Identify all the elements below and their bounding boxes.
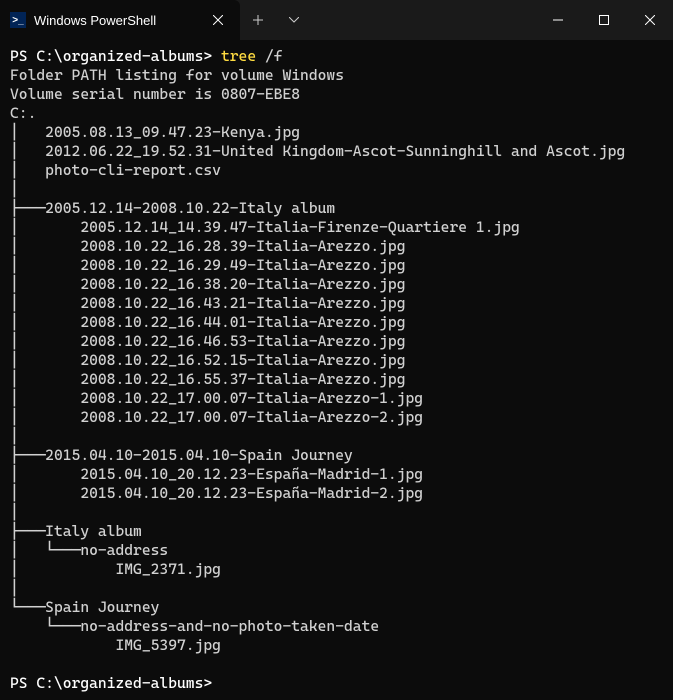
output-line: │ └───no-address xyxy=(10,541,168,559)
tab-dropdown-button[interactable] xyxy=(276,0,312,40)
output-line: │ 2008.10.22_16.46.53-Italia-Arezzo.jpg xyxy=(10,332,406,350)
new-tab-button[interactable] xyxy=(240,0,276,40)
command-args: /f xyxy=(265,47,283,65)
terminal-content[interactable]: PS C:\organized-albums> tree /f Folder P… xyxy=(0,40,673,700)
output-line: Folder PATH listing for volume Windows xyxy=(10,66,344,84)
output-line: │ IMG_2371.jpg xyxy=(10,560,221,578)
output-line: C:. xyxy=(10,104,36,122)
output-line: IMG_5397.jpg xyxy=(10,636,221,654)
prompt-path: PS C:\organized-albums> xyxy=(10,674,212,692)
output-line: │ 2008.10.22_16.55.37-Italia-Arezzo.jpg xyxy=(10,370,406,388)
tab-close-button[interactable] xyxy=(204,6,232,34)
output-line: └───no-address-and-no-photo-taken-date xyxy=(10,617,379,635)
output-line: │ 2008.10.22_16.44.01-Italia-Arezzo.jpg xyxy=(10,313,406,331)
output-line: ├───Italy album xyxy=(10,522,142,540)
output-line: ├───2015.04.10-2015.04.10-Spain Journey xyxy=(10,446,353,464)
output-line: │ 2008.10.22_17.00.07-Italia-Arezzo-2.jp… xyxy=(10,408,423,426)
minimize-button[interactable] xyxy=(535,0,581,40)
window-controls xyxy=(535,0,673,40)
output-line: │ 2015.04.10_20.12.23-España-Madrid-2.jp… xyxy=(10,484,423,502)
tab-title: Windows PowerShell xyxy=(34,13,204,28)
title-bar-spacer[interactable] xyxy=(312,0,535,40)
output-line: │ 2008.10.22_16.52.15-Italia-Arezzo.jpg xyxy=(10,351,406,369)
output-line: │ xyxy=(10,180,19,198)
output-line: Volume serial number is 0807-EBE8 xyxy=(10,85,300,103)
title-bar: >_ Windows PowerShell xyxy=(0,0,673,40)
output-line: └───Spain Journey xyxy=(10,598,159,616)
output-line: │ photo-cli-report.csv xyxy=(10,161,221,179)
maximize-button[interactable] xyxy=(581,0,627,40)
output-line: ├───2005.12.14-2008.10.22-Italy album xyxy=(10,199,335,217)
close-button[interactable] xyxy=(627,0,673,40)
prompt-path: PS C:\organized-albums> xyxy=(10,47,212,65)
output-line: │ 2008.10.22_17.00.07-Italia-Arezzo-1.jp… xyxy=(10,389,423,407)
command: tree xyxy=(221,47,256,65)
output-line: │ 2012.06.22_19.52.31-United Kingdom-Asc… xyxy=(10,142,625,160)
output-line: │ 2008.10.22_16.38.20-Italia-Arezzo.jpg xyxy=(10,275,406,293)
output-line: │ xyxy=(10,579,19,597)
output-line: │ 2008.10.22_16.28.39-Italia-Arezzo.jpg xyxy=(10,237,406,255)
output-line: │ 2015.04.10_20.12.23-España-Madrid-1.jp… xyxy=(10,465,423,483)
tab-powershell[interactable]: >_ Windows PowerShell xyxy=(0,0,240,40)
output-line: │ 2005.12.14_14.39.47-Italia-Firenze-Qua… xyxy=(10,218,520,236)
output-line: │ xyxy=(10,503,19,521)
output-line: │ xyxy=(10,427,19,445)
output-line: │ 2005.08.13_09.47.23-Kenya.jpg xyxy=(10,123,300,141)
output-line: │ 2008.10.22_16.43.21-Italia-Arezzo.jpg xyxy=(10,294,406,312)
powershell-icon: >_ xyxy=(10,12,26,28)
output-line: │ 2008.10.22_16.29.49-Italia-Arezzo.jpg xyxy=(10,256,406,274)
